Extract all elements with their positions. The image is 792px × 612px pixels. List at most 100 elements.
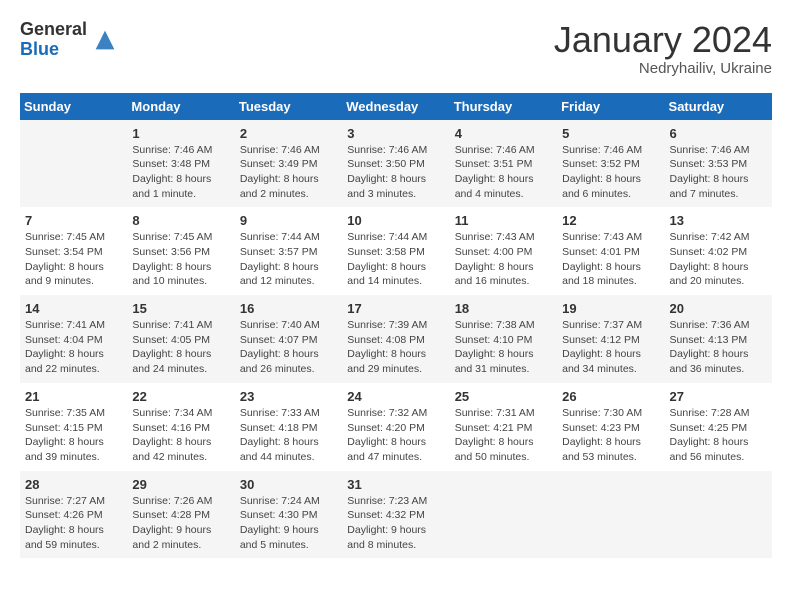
day-info: Sunrise: 7:32 AMSunset: 4:20 PMDaylight:… [347, 406, 444, 465]
month-title: January 2024 [554, 20, 772, 60]
day-number: 24 [347, 389, 444, 404]
calendar-cell: 21Sunrise: 7:35 AMSunset: 4:15 PMDayligh… [20, 383, 127, 471]
day-number: 16 [240, 301, 337, 316]
day-number: 7 [25, 213, 122, 228]
day-info: Sunrise: 7:34 AMSunset: 4:16 PMDaylight:… [132, 406, 229, 465]
calendar-cell: 5 Sunrise: 7:46 AMSunset: 3:52 PMDaylight… [557, 120, 664, 208]
day-info: Sunrise: 7:36 AMSunset: 4:13 PMDaylight:… [670, 318, 767, 377]
day-info: Sunrise: 7:44 AMSunset: 3:58 PMDaylight:… [347, 230, 444, 289]
header-sunday: Sunday [20, 93, 127, 120]
calendar-cell: 7 Sunrise: 7:45 AMSunset: 3:54 PMDaylight… [20, 207, 127, 295]
calendar-cell: 14 Sunrise: 7:41 AMSunset: 4:04 PMDayligh… [20, 295, 127, 383]
day-info: Sunrise: 7:39 AMSunset: 4:08 PMDaylight:… [347, 318, 444, 377]
day-number: 15 [132, 301, 229, 316]
calendar-cell: 3Sunrise: 7:46 AMSunset: 3:50 PMDaylight… [342, 120, 449, 208]
calendar-week-row: 28 Sunrise: 7:27 AMSunset: 4:26 PMDayligh… [20, 471, 772, 559]
calendar-table: SundayMondayTuesdayWednesdayThursdayFrid… [20, 93, 772, 559]
page-header: General Blue January 2024 Nedryhailiv, U… [20, 20, 772, 77]
calendar-week-row: 21Sunrise: 7:35 AMSunset: 4:15 PMDayligh… [20, 383, 772, 471]
day-number: 28 [25, 477, 122, 492]
header-monday: Monday [127, 93, 234, 120]
calendar-cell: 10 Sunrise: 7:44 AMSunset: 3:58 PMDayligh… [342, 207, 449, 295]
calendar-cell: 18 Sunrise: 7:38 AMSunset: 4:10 PMDayligh… [450, 295, 557, 383]
day-info: Sunrise: 7:27 AMSunset: 4:26 PMDaylight:… [25, 494, 122, 553]
calendar-cell: 9 Sunrise: 7:44 AMSunset: 3:57 PMDaylight… [235, 207, 342, 295]
calendar-cell: 22 Sunrise: 7:34 AMSunset: 4:16 PMDayligh… [127, 383, 234, 471]
day-info: Sunrise: 7:43 AMSunset: 4:01 PMDaylight:… [562, 230, 659, 289]
day-number: 26 [562, 389, 659, 404]
day-number: 8 [132, 213, 229, 228]
calendar-week-row: 14 Sunrise: 7:41 AMSunset: 4:04 PMDayligh… [20, 295, 772, 383]
day-number: 31 [347, 477, 444, 492]
day-number: 9 [240, 213, 337, 228]
day-info: Sunrise: 7:37 AMSunset: 4:12 PMDaylight:… [562, 318, 659, 377]
calendar-cell: 12Sunrise: 7:43 AMSunset: 4:01 PMDayligh… [557, 207, 664, 295]
calendar-cell: 6 Sunrise: 7:46 AMSunset: 3:53 PMDaylight… [665, 120, 772, 208]
day-info: Sunrise: 7:31 AMSunset: 4:21 PMDaylight:… [455, 406, 552, 465]
calendar-cell: 31 Sunrise: 7:23 AMSunset: 4:32 PMDayligh… [342, 471, 449, 559]
day-info: Sunrise: 7:23 AMSunset: 4:32 PMDaylight:… [347, 494, 444, 553]
day-number: 10 [347, 213, 444, 228]
day-info: Sunrise: 7:43 AMSunset: 4:00 PMDaylight:… [455, 230, 552, 289]
day-info: Sunrise: 7:30 AMSunset: 4:23 PMDaylight:… [562, 406, 659, 465]
day-number: 13 [670, 213, 767, 228]
day-number: 2 [240, 126, 337, 141]
day-number: 1 [132, 126, 229, 141]
calendar-cell: 20Sunrise: 7:36 AMSunset: 4:13 PMDayligh… [665, 295, 772, 383]
header-thursday: Thursday [450, 93, 557, 120]
day-number: 19 [562, 301, 659, 316]
calendar-cell [665, 471, 772, 559]
day-number: 22 [132, 389, 229, 404]
day-info: Sunrise: 7:42 AMSunset: 4:02 PMDaylight:… [670, 230, 767, 289]
day-info: Sunrise: 7:40 AMSunset: 4:07 PMDaylight:… [240, 318, 337, 377]
day-info: Sunrise: 7:38 AMSunset: 4:10 PMDaylight:… [455, 318, 552, 377]
day-number: 23 [240, 389, 337, 404]
logo-general: General [20, 20, 87, 40]
day-number: 6 [670, 126, 767, 141]
day-info: Sunrise: 7:44 AMSunset: 3:57 PMDaylight:… [240, 230, 337, 289]
calendar-cell [557, 471, 664, 559]
day-info: Sunrise: 7:41 AMSunset: 4:04 PMDaylight:… [25, 318, 122, 377]
calendar-cell: 26 Sunrise: 7:30 AMSunset: 4:23 PMDayligh… [557, 383, 664, 471]
calendar-cell: 24 Sunrise: 7:32 AMSunset: 4:20 PMDayligh… [342, 383, 449, 471]
day-info: Sunrise: 7:28 AMSunset: 4:25 PMDaylight:… [670, 406, 767, 465]
day-info: Sunrise: 7:33 AMSunset: 4:18 PMDaylight:… [240, 406, 337, 465]
header-saturday: Saturday [665, 93, 772, 120]
calendar-cell: 13 Sunrise: 7:42 AMSunset: 4:02 PMDayligh… [665, 207, 772, 295]
calendar-cell [20, 120, 127, 208]
calendar-cell: 4Sunrise: 7:46 AMSunset: 3:51 PMDaylight… [450, 120, 557, 208]
day-number: 17 [347, 301, 444, 316]
day-number: 14 [25, 301, 122, 316]
day-number: 3 [347, 126, 444, 141]
calendar-cell: 1 Sunrise: 7:46 AMSunset: 3:48 PMDaylight… [127, 120, 234, 208]
calendar-cell: 8 Sunrise: 7:45 AMSunset: 3:56 PMDaylight… [127, 207, 234, 295]
day-number: 18 [455, 301, 552, 316]
day-number: 30 [240, 477, 337, 492]
location-subtitle: Nedryhailiv, Ukraine [554, 60, 772, 77]
day-info: Sunrise: 7:46 AMSunset: 3:52 PMDaylight:… [562, 143, 659, 202]
day-number: 27 [670, 389, 767, 404]
logo: General Blue [20, 20, 119, 60]
calendar-week-row: 1 Sunrise: 7:46 AMSunset: 3:48 PMDaylight… [20, 120, 772, 208]
day-info: Sunrise: 7:45 AMSunset: 3:54 PMDaylight:… [25, 230, 122, 289]
day-info: Sunrise: 7:41 AMSunset: 4:05 PMDaylight:… [132, 318, 229, 377]
logo-blue: Blue [20, 40, 87, 60]
calendar-cell: 15 Sunrise: 7:41 AMSunset: 4:05 PMDayligh… [127, 295, 234, 383]
calendar-cell: 25Sunrise: 7:31 AMSunset: 4:21 PMDayligh… [450, 383, 557, 471]
day-info: Sunrise: 7:46 AMSunset: 3:53 PMDaylight:… [670, 143, 767, 202]
day-number: 11 [455, 213, 552, 228]
day-number: 21 [25, 389, 122, 404]
calendar-cell: 17 Sunrise: 7:39 AMSunset: 4:08 PMDayligh… [342, 295, 449, 383]
calendar-cell: 27 Sunrise: 7:28 AMSunset: 4:25 PMDayligh… [665, 383, 772, 471]
day-number: 29 [132, 477, 229, 492]
calendar-cell: 30Sunrise: 7:24 AMSunset: 4:30 PMDayligh… [235, 471, 342, 559]
calendar-cell: 23 Sunrise: 7:33 AMSunset: 4:18 PMDayligh… [235, 383, 342, 471]
day-info: Sunrise: 7:45 AMSunset: 3:56 PMDaylight:… [132, 230, 229, 289]
calendar-cell: 28 Sunrise: 7:27 AMSunset: 4:26 PMDayligh… [20, 471, 127, 559]
calendar-cell: 16 Sunrise: 7:40 AMSunset: 4:07 PMDayligh… [235, 295, 342, 383]
header-tuesday: Tuesday [235, 93, 342, 120]
day-number: 5 [562, 126, 659, 141]
day-info: Sunrise: 7:46 AMSunset: 3:48 PMDaylight:… [132, 143, 229, 202]
header-wednesday: Wednesday [342, 93, 449, 120]
calendar-cell [450, 471, 557, 559]
